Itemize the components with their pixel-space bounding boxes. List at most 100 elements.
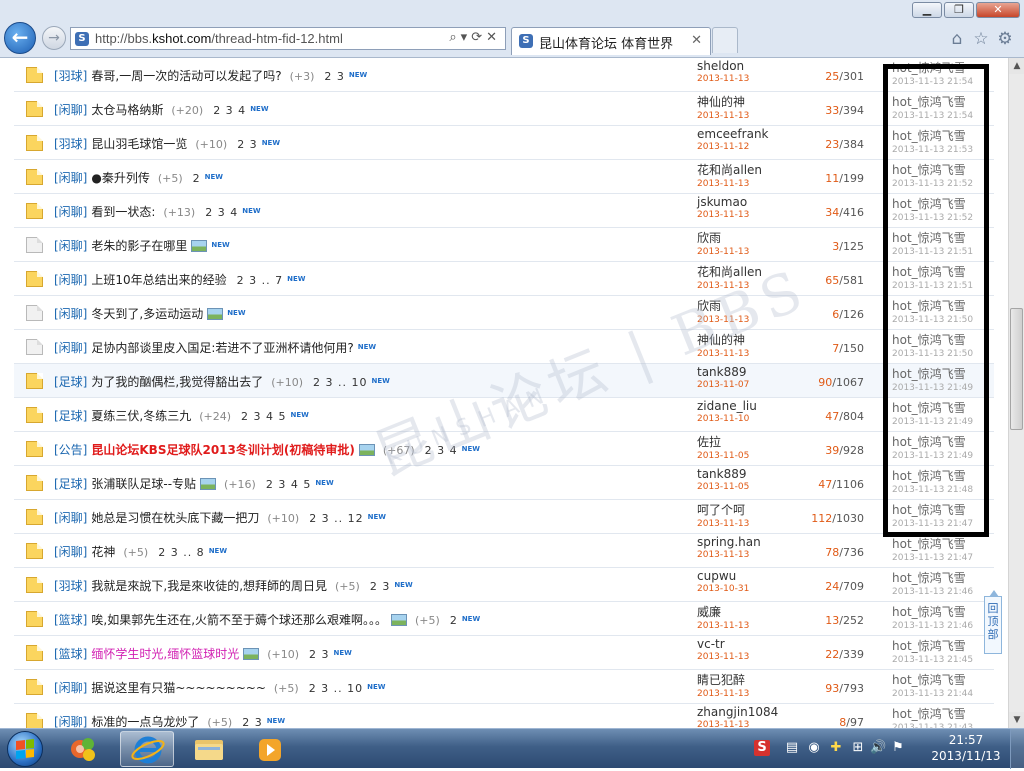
- scroll-up-arrow-icon[interactable]: ▲: [1009, 58, 1024, 74]
- thread-page-links[interactable]: 2 3: [237, 138, 258, 151]
- thread-title-link[interactable]: ●秦升列传: [91, 171, 149, 185]
- last-reply-date[interactable]: 2013-11-13 21:53: [892, 145, 992, 155]
- address-bar[interactable]: S http://bbs.kshot.com/thread-htm-fid-12…: [70, 27, 506, 50]
- last-reply-date[interactable]: 2013-11-13 21:54: [892, 77, 992, 87]
- show-desktop-button[interactable]: [1010, 729, 1024, 769]
- last-reply-user-link[interactable]: hot_惊鸿飞雪: [892, 671, 992, 688]
- thread-category-link[interactable]: [闲聊]: [54, 171, 87, 185]
- thread-category-link[interactable]: [羽球]: [54, 579, 87, 593]
- thread-title-link[interactable]: 标准的一点乌龙炒了: [91, 715, 199, 728]
- minimize-button[interactable]: ▁: [912, 2, 942, 18]
- taskbar-media-center[interactable]: [58, 731, 112, 767]
- last-reply-date[interactable]: 2013-11-13 21:54: [892, 111, 992, 121]
- last-reply-date[interactable]: 2013-11-13 21:52: [892, 213, 992, 223]
- last-reply-user-link[interactable]: hot_惊鸿飞雪: [892, 467, 992, 484]
- thread-title-link[interactable]: 夏练三伏,冬练三九: [91, 409, 191, 423]
- last-reply-date[interactable]: 2013-11-13 21:51: [892, 247, 992, 257]
- address-tools-icons[interactable]: ⌕▾⟳✕: [449, 30, 501, 45]
- tray-list-icon[interactable]: ▤: [784, 740, 800, 756]
- close-window-button[interactable]: ✕: [976, 2, 1020, 18]
- thread-page-links[interactable]: 2 3: [309, 648, 330, 661]
- last-reply-date[interactable]: 2013-11-13 21:51: [892, 281, 992, 291]
- last-reply-date[interactable]: 2013-11-13 21:49: [892, 383, 992, 393]
- last-reply-date[interactable]: 2013-11-13 21:47: [892, 553, 992, 563]
- thread-category-link[interactable]: [足球]: [54, 409, 87, 423]
- last-reply-date[interactable]: 2013-11-13 21:49: [892, 451, 992, 461]
- thread-title-link[interactable]: 足协内部谈里皮入国足:若进不了亚洲杯请他何用?: [91, 341, 353, 355]
- thread-page-links[interactable]: 2 3: [370, 580, 391, 593]
- thread-category-link[interactable]: [闲聊]: [54, 307, 87, 321]
- thread-category-link[interactable]: [足球]: [54, 477, 87, 491]
- last-reply-user-link[interactable]: hot_惊鸿飞雪: [892, 161, 992, 178]
- thread-category-link[interactable]: [闲聊]: [54, 715, 87, 728]
- tray-sogou-icon[interactable]: S: [754, 740, 770, 756]
- taskbar-file-explorer[interactable]: [182, 731, 236, 767]
- last-reply-user-link[interactable]: hot_惊鸿飞雪: [892, 365, 992, 382]
- thread-category-link[interactable]: [羽球]: [54, 69, 87, 83]
- tray-add-icon[interactable]: ✚: [828, 740, 844, 756]
- maximize-button[interactable]: ❐: [944, 2, 974, 18]
- last-reply-user-link[interactable]: hot_惊鸿飞雪: [892, 603, 992, 620]
- last-reply-user-link[interactable]: hot_惊鸿飞雪: [892, 263, 992, 280]
- last-reply-date[interactable]: 2013-11-13 21:47: [892, 519, 992, 529]
- thread-title-link[interactable]: 为了我的酗偶栏,我觉得豁出去了: [91, 375, 263, 389]
- thread-category-link[interactable]: [闲聊]: [54, 239, 87, 253]
- new-tab-button[interactable]: [712, 27, 738, 53]
- thread-title-link[interactable]: 春哥,一周一次的活动可以发起了吗?: [91, 69, 281, 83]
- tab-close-icon[interactable]: ✕: [691, 33, 702, 48]
- taskbar-media-player[interactable]: [244, 731, 298, 767]
- thread-category-link[interactable]: [足球]: [54, 375, 87, 389]
- last-reply-user-link[interactable]: hot_惊鸿飞雪: [892, 331, 992, 348]
- back-to-top-button[interactable]: 回顶部: [984, 590, 1002, 654]
- address-url[interactable]: http://bbs.kshot.com/thread-htm-fid-12.h…: [95, 31, 343, 46]
- forward-button[interactable]: →: [42, 26, 66, 50]
- thread-title-link[interactable]: 张浦联队足球--专贴: [91, 477, 196, 491]
- last-reply-user-link[interactable]: hot_惊鸿飞雪: [892, 297, 992, 314]
- thread-page-links[interactable]: 2 3: [242, 716, 263, 728]
- thread-title-link[interactable]: 昆山羽毛球馆一览: [91, 137, 187, 151]
- thread-category-link[interactable]: [公告]: [54, 443, 87, 457]
- thread-title-link[interactable]: 她总是习惯在枕头底下藏一把刀: [91, 511, 259, 525]
- last-reply-date[interactable]: 2013-11-13 21:50: [892, 315, 992, 325]
- last-reply-date[interactable]: 2013-11-13 21:48: [892, 485, 992, 495]
- thread-category-link[interactable]: [闲聊]: [54, 205, 87, 219]
- tray-network-icon[interactable]: ⊞: [850, 740, 866, 756]
- thread-title-link[interactable]: 花神: [91, 545, 115, 559]
- scroll-down-arrow-icon[interactable]: ▼: [1009, 712, 1024, 728]
- start-button[interactable]: [4, 730, 48, 768]
- thread-page-links[interactable]: 2 3 .. 8: [158, 546, 204, 559]
- last-reply-user-link[interactable]: hot_惊鸿飞雪: [892, 501, 992, 518]
- thread-page-links[interactable]: 2: [450, 614, 458, 627]
- thread-title-link[interactable]: 看到一状态:: [91, 205, 155, 219]
- tray-volume-icon[interactable]: 🔊: [870, 740, 886, 756]
- last-reply-user-link[interactable]: hot_惊鸿飞雪: [892, 569, 992, 586]
- thread-title-link[interactable]: 据说这里有只猫~~~~~~~~~: [91, 681, 266, 695]
- taskbar-clock[interactable]: 21:57 2013/11/13: [926, 732, 1006, 764]
- last-reply-date[interactable]: 2013-11-13 21:50: [892, 349, 992, 359]
- tray-flag-icon[interactable]: ⚑: [890, 740, 906, 756]
- last-reply-user-link[interactable]: hot_惊鸿飞雪: [892, 705, 992, 722]
- thread-category-link[interactable]: [闲聊]: [54, 103, 87, 117]
- thread-title-link[interactable]: 太仓马格纳斯: [91, 103, 163, 117]
- thread-page-links[interactable]: 2 3 4 5: [241, 410, 286, 423]
- thread-page-links[interactable]: 2 3 .. 10: [309, 682, 363, 695]
- thread-title-link[interactable]: 上班10年总结出来的经验: [91, 273, 226, 287]
- last-reply-user-link[interactable]: hot_惊鸿飞雪: [892, 637, 992, 654]
- back-button[interactable]: ←: [4, 22, 36, 54]
- last-reply-user-link[interactable]: hot_惊鸿飞雪: [892, 229, 992, 246]
- last-reply-date[interactable]: 2013-11-13 21:49: [892, 417, 992, 427]
- last-reply-date[interactable]: 2013-11-13 21:46: [892, 587, 992, 597]
- last-reply-user-link[interactable]: hot_惊鸿飞雪: [892, 127, 992, 144]
- last-reply-user-link[interactable]: hot_惊鸿飞雪: [892, 59, 992, 76]
- last-reply-date[interactable]: 2013-11-13 21:46: [892, 621, 992, 631]
- last-reply-user-link[interactable]: hot_惊鸿飞雪: [892, 433, 992, 450]
- favorites-star-icon[interactable]: ☆: [970, 28, 992, 50]
- last-reply-user-link[interactable]: hot_惊鸿飞雪: [892, 93, 992, 110]
- last-reply-date[interactable]: 2013-11-13 21:45: [892, 655, 992, 665]
- last-reply-user-link[interactable]: hot_惊鸿飞雪: [892, 399, 992, 416]
- thread-title-link[interactable]: 昆山论坛KBS足球队2013冬训计划(初稿待审批): [91, 443, 354, 457]
- thread-title-link[interactable]: 冬天到了,多运动运动: [91, 307, 203, 321]
- thread-page-links[interactable]: 2 3 .. 7: [237, 274, 283, 287]
- browser-tab[interactable]: S 昆山体育论坛 体育世界 ✕: [511, 27, 711, 55]
- thread-title-link[interactable]: 缅怀学生时光,缅怀篮球时光: [91, 647, 239, 661]
